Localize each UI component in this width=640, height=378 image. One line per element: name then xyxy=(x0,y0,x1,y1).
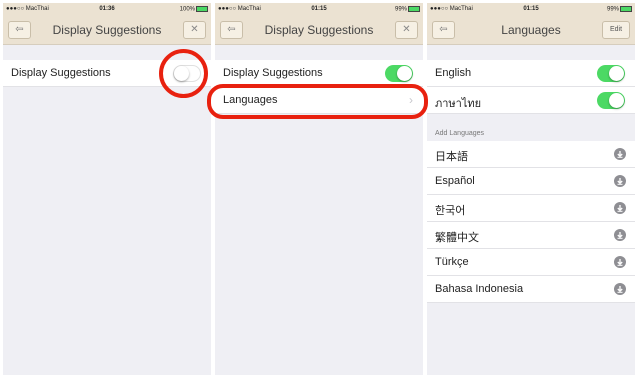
battery-percent: 99% xyxy=(394,6,407,13)
status-bar: ●●●○○ MacThai 01:15 99% xyxy=(427,3,635,16)
status-time: 01:15 xyxy=(523,6,539,12)
download-icon[interactable] xyxy=(614,202,626,214)
row-label: Display Suggestions xyxy=(11,67,111,79)
add-language-row[interactable]: Bahasa Indonesia xyxy=(427,276,635,303)
screen-languages: ●●●○○ MacThai 01:15 99% ⇦ Languages Edit… xyxy=(427,3,635,375)
download-icon[interactable] xyxy=(614,175,626,187)
row-label: English xyxy=(435,67,472,79)
status-bar: ●●●○○ MacThai 01:15 99% xyxy=(215,3,423,16)
download-icon[interactable] xyxy=(614,229,626,241)
row-label: Türkçe xyxy=(435,256,469,268)
close-x-icon: ✕ xyxy=(190,24,199,35)
row-label: ภาษาไทย xyxy=(435,98,482,110)
battery-status: 100% xyxy=(180,6,208,13)
battery-icon xyxy=(408,6,420,12)
row-label: 한국어 xyxy=(435,205,466,217)
highlight-circle-annotation xyxy=(159,49,208,98)
row-label: Español xyxy=(435,175,475,187)
language-row-thai: ภาษาไทย xyxy=(427,87,635,114)
add-language-row[interactable]: 한국어 xyxy=(427,195,635,222)
add-language-row[interactable]: Español xyxy=(427,168,635,195)
display-suggestions-row: Display Suggestions xyxy=(215,60,423,87)
download-icon[interactable] xyxy=(614,148,626,160)
battery-percent: 99% xyxy=(606,6,619,13)
add-languages-header: Add Languages xyxy=(435,130,485,137)
row-label: 繁體中文 xyxy=(435,232,479,244)
battery-status: 99% xyxy=(395,6,420,13)
language-row-english: English xyxy=(427,60,635,87)
thai-toggle[interactable] xyxy=(597,92,625,109)
nav-bar: ⇦ Languages Edit xyxy=(427,16,635,45)
add-language-row[interactable]: Türkçe xyxy=(427,249,635,276)
screen-display-suggestions-on: ●●●○○ MacThai 01:15 99% ⇦ Display Sugges… xyxy=(215,3,423,375)
status-bar: ●●●○○ MacThai 01:36 100% xyxy=(3,3,211,16)
download-icon[interactable] xyxy=(614,256,626,268)
row-label: Bahasa Indonesia xyxy=(435,283,524,295)
add-language-row[interactable]: 日本語 xyxy=(427,141,635,168)
status-time: 01:15 xyxy=(311,6,327,12)
close-button[interactable]: ✕ xyxy=(183,21,206,39)
page-title: Display Suggestions xyxy=(264,23,374,37)
display-suggestions-toggle[interactable] xyxy=(385,65,413,82)
close-x-icon: ✕ xyxy=(402,24,411,35)
battery-status: 99% xyxy=(607,6,632,13)
download-icon[interactable] xyxy=(614,283,626,295)
row-label: Display Suggestions xyxy=(223,67,323,79)
highlight-pill-annotation xyxy=(207,84,428,119)
battery-icon xyxy=(620,6,632,12)
page-title: Display Suggestions xyxy=(52,23,162,37)
add-language-row[interactable]: 繁體中文 xyxy=(427,222,635,249)
nav-bar: ⇦ Display Suggestions ✕ xyxy=(3,16,211,45)
nav-bar: ⇦ Display Suggestions ✕ xyxy=(215,16,423,45)
english-toggle[interactable] xyxy=(597,65,625,82)
row-label: 日本語 xyxy=(435,151,468,163)
battery-percent: 100% xyxy=(179,6,195,13)
battery-icon xyxy=(196,6,208,12)
edit-button[interactable]: Edit xyxy=(602,21,630,39)
close-button[interactable]: ✕ xyxy=(395,21,418,39)
